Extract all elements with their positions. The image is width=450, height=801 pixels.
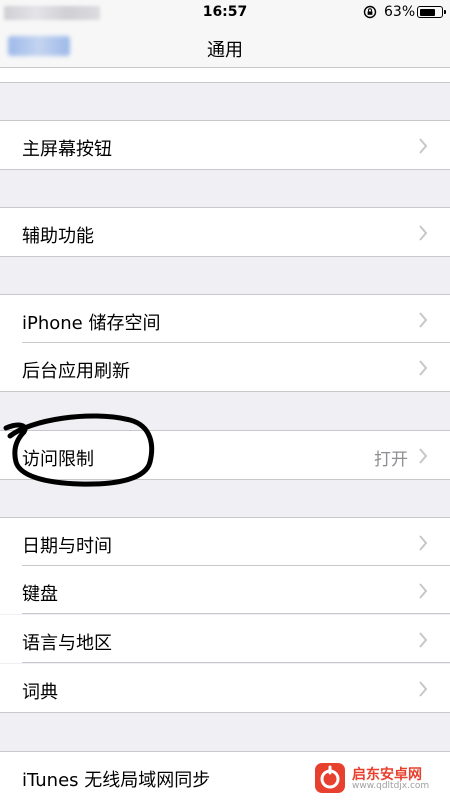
list-item-restrictions[interactable]: 访问限制 打开 (0, 430, 450, 480)
watermark: 启东安卓网 www.qdltdjx.com (314, 762, 444, 796)
chevron-right-icon (419, 138, 428, 154)
list-item-dictionary[interactable]: 词典 (0, 664, 450, 713)
list-item-language-region[interactable]: 语言与地区 (0, 615, 450, 663)
chevron-right-icon (419, 535, 428, 551)
chevron-right-icon (419, 360, 428, 376)
list-item-label: 语言与地区 (22, 633, 112, 654)
list-item-keyboard[interactable]: 键盘 (0, 566, 450, 614)
list-item-label: 访问限制 (22, 449, 94, 470)
list-item-label: 后台应用刷新 (22, 361, 130, 382)
status-time: 16:57 (202, 4, 248, 20)
list-item-label: 键盘 (22, 584, 58, 605)
list-item-label: iPhone 储存空间 (22, 313, 161, 334)
list-item-label: 主屏幕按钮 (22, 139, 112, 160)
chevron-right-icon (419, 681, 428, 697)
battery-percentage: 63% (384, 4, 416, 20)
watermark-url: www.qdltdjx.com (352, 781, 430, 791)
list-item-label: 辅助功能 (22, 226, 94, 247)
status-bar: 16:57 63% (0, 0, 450, 24)
chevron-right-icon (419, 632, 428, 648)
list-item-date-time[interactable]: 日期与时间 (0, 517, 450, 566)
navigation-bar: 通用 (0, 24, 450, 68)
battery-icon (417, 6, 446, 18)
chevron-right-icon (419, 312, 428, 328)
list-item-label: iTunes 无线局域网同步 (22, 770, 211, 791)
row-divider (22, 613, 450, 614)
row-divider (22, 662, 450, 663)
chevron-right-icon (419, 583, 428, 599)
watermark-logo-icon (315, 763, 345, 793)
rotation-lock-icon (363, 5, 377, 19)
restrictions-status-value: 打开 (374, 450, 408, 470)
list-item-partial (0, 68, 450, 83)
chevron-right-icon (419, 225, 428, 241)
list-item-label: 日期与时间 (22, 536, 112, 557)
page-title: 通用 (207, 40, 243, 61)
list-item-home-button[interactable]: 主屏幕按钮 (0, 120, 450, 170)
list-item-accessibility[interactable]: 辅助功能 (0, 207, 450, 257)
chevron-right-icon (419, 448, 428, 464)
list-item-background-refresh[interactable]: 后台应用刷新 (0, 343, 450, 392)
list-item-iphone-storage[interactable]: iPhone 储存空间 (0, 294, 450, 343)
list-item-label: 词典 (22, 682, 58, 703)
